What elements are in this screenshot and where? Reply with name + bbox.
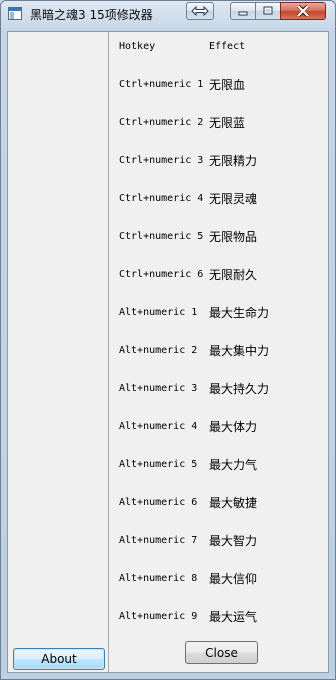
hotkey-text: Ctrl+numeric 3 — [119, 155, 204, 166]
hotkey-row: Alt+numeric 3 最大持久力 — [110, 380, 328, 396]
about-button[interactable]: About — [13, 648, 105, 670]
effect-text: 最大敏捷 — [209, 496, 258, 510]
hotkey-column-header: Hotkey — [119, 41, 156, 52]
effect-text: 最大运气 — [209, 610, 258, 624]
hotkey-text: Alt+numeric 3 — [119, 383, 198, 394]
swap-button[interactable] — [186, 2, 214, 20]
hotkey-text: Alt+numeric 4 — [119, 421, 198, 432]
hotkey-text: Alt+numeric 7 — [119, 535, 198, 546]
hotkey-row: Alt+numeric 4 最大体力 — [110, 418, 328, 434]
hotkey-row: Ctrl+numeric 3 无限精力 — [110, 152, 328, 168]
hotkey-text: Alt+numeric 6 — [119, 497, 198, 508]
hotkey-row: Ctrl+numeric 4 无限灵魂 — [110, 190, 328, 206]
effect-text: 无限血 — [209, 78, 246, 92]
hotkey-text: Alt+numeric 5 — [119, 459, 198, 470]
effect-text: 无限耐久 — [209, 268, 258, 282]
hotkey-row: Alt+numeric 9 最大运气 — [110, 608, 328, 624]
close-x-icon — [296, 5, 310, 17]
hotkey-row: Ctrl+numeric 6 无限耐久 — [110, 266, 328, 282]
hotkey-text: Alt+numeric 2 — [119, 345, 198, 356]
swap-arrows-icon — [191, 6, 209, 16]
window-title: 黑暗之魂3 15项修改器 — [30, 8, 153, 22]
close-window-button[interactable] — [280, 2, 326, 20]
hotkey-text: Alt+numeric 8 — [119, 573, 198, 584]
hotkey-row: Alt+numeric 8 最大信仰 — [110, 570, 328, 586]
hotkey-text: Alt+numeric 1 — [119, 307, 198, 318]
effect-text: 无限物品 — [209, 230, 258, 244]
maximize-button[interactable] — [255, 2, 281, 20]
client-area: About Hotkey Effect Ctrl+numeric 1 无限血 C… — [7, 31, 329, 673]
effect-text: 最大集中力 — [209, 344, 270, 358]
hotkey-row: Alt+numeric 1 最大生命力 — [110, 304, 328, 320]
hotkey-row: Alt+numeric 7 最大智力 — [110, 532, 328, 548]
hotkey-list-panel: Hotkey Effect Ctrl+numeric 1 无限血 Ctrl+nu… — [110, 32, 328, 672]
effect-text: 无限蓝 — [209, 116, 246, 130]
maximize-icon — [263, 6, 273, 15]
hotkey-row: Alt+numeric 2 最大集中力 — [110, 342, 328, 358]
effect-text: 最大持久力 — [209, 382, 270, 396]
trainer-window: 黑暗之魂3 15项修改器 About Hotkey Effect Ctrl+nu… — [0, 0, 336, 680]
hotkey-text: Ctrl+numeric 5 — [119, 231, 204, 242]
app-window-icon — [8, 7, 22, 20]
hotkey-text: Ctrl+numeric 4 — [119, 193, 204, 204]
effect-text: 最大生命力 — [209, 306, 270, 320]
title-bar[interactable]: 黑暗之魂3 15项修改器 — [1, 1, 335, 27]
hotkey-text: Alt+numeric 9 — [119, 611, 198, 622]
hotkey-row: Ctrl+numeric 2 无限蓝 — [110, 114, 328, 130]
sidebar-panel: About — [8, 32, 109, 672]
effect-text: 最大信仰 — [209, 572, 258, 586]
close-button[interactable]: Close — [185, 641, 258, 664]
minimize-icon — [238, 11, 248, 16]
hotkey-row: Ctrl+numeric 1 无限血 — [110, 76, 328, 92]
effect-column-header: Effect — [209, 41, 246, 52]
effect-text: 最大体力 — [209, 420, 258, 434]
hotkey-row: Alt+numeric 5 最大力气 — [110, 456, 328, 472]
minimize-button[interactable] — [230, 2, 256, 20]
hotkey-text: Ctrl+numeric 1 — [119, 79, 204, 90]
hotkey-text: Ctrl+numeric 6 — [119, 269, 204, 280]
hotkey-row: Ctrl+numeric 5 无限物品 — [110, 228, 328, 244]
effect-text: 无限精力 — [209, 154, 258, 168]
hotkey-text: Ctrl+numeric 2 — [119, 117, 204, 128]
effect-text: 无限灵魂 — [209, 192, 258, 206]
effect-text: 最大力气 — [209, 458, 258, 472]
effect-text: 最大智力 — [209, 534, 258, 548]
hotkey-row: Alt+numeric 6 最大敏捷 — [110, 494, 328, 510]
